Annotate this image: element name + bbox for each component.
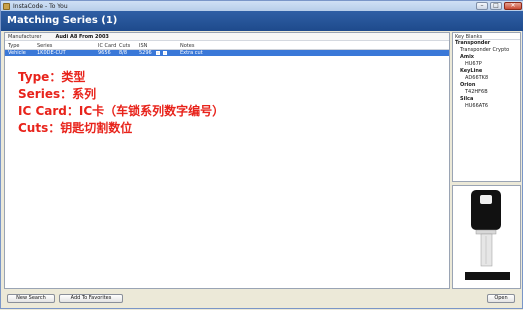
- tree-item[interactable]: HU66AT6: [453, 103, 520, 110]
- tree-item[interactable]: T42HF6B: [453, 89, 520, 96]
- annotation-type: Type：类型: [18, 70, 86, 84]
- app-window: InstaCode - To You – □ ✕ Matching Series…: [0, 0, 523, 309]
- key-blanks-panel: Key Blanks Transponder Transponder Crypto…: [452, 32, 521, 182]
- maximize-button[interactable]: □: [490, 2, 502, 10]
- window-controls: – □ ✕: [476, 2, 522, 10]
- column-header-isn[interactable]: ISN: [139, 43, 147, 49]
- annotation-overlay: Type：类型 Series：系列 IC Card：IC卡（车锁系列数字编号） …: [18, 69, 224, 137]
- table-header: Type Series IC Card Cuts ISN Notes: [5, 43, 449, 50]
- tree-item[interactable]: Amix: [453, 54, 520, 61]
- annotation-cuts: Cuts：钥匙切割数位: [18, 121, 133, 135]
- cell-series: 1K0DE-CUT: [37, 50, 66, 56]
- column-header-type[interactable]: Type: [8, 43, 19, 49]
- cell-type: Vehicle: [8, 50, 26, 56]
- tree-item[interactable]: Transponder: [453, 40, 520, 47]
- tree-item[interactable]: Transponder Crypto: [453, 47, 520, 54]
- column-header-notes[interactable]: Notes: [180, 43, 194, 49]
- tree-item[interactable]: KeyLine: [453, 68, 520, 75]
- app-icon: [3, 2, 10, 10]
- tree-item[interactable]: Silca: [453, 96, 520, 103]
- key-blanks-tree: Transponder Transponder Crypto Amix HU67P Ke…: [453, 40, 520, 110]
- page-title: Matching Series (1): [7, 15, 118, 26]
- transponder-icon: [156, 51, 160, 55]
- cell-cuts: 8/8: [119, 50, 128, 56]
- cell-ic-card: 9656: [98, 50, 111, 56]
- header-band: Matching Series (1): [1, 11, 523, 31]
- key-image: [465, 190, 510, 280]
- cell-isn: 5296: [139, 50, 152, 56]
- key-shoulder: [475, 229, 497, 235]
- filter-label: Manufacturer: [8, 33, 42, 40]
- new-search-button[interactable]: New Search: [7, 294, 55, 303]
- column-header-ic-card[interactable]: IC Card: [98, 43, 116, 49]
- results-panel: Manufacturer Audi A8 From 2003 Type Seri…: [4, 32, 450, 289]
- add-to-favorites-button[interactable]: Add To Favorites: [59, 294, 123, 303]
- minimize-button[interactable]: –: [476, 2, 488, 10]
- filter-row: Manufacturer Audi A8 From 2003: [5, 33, 449, 41]
- key-head-window: [480, 195, 492, 204]
- table-row[interactable]: Vehicle 1K0DE-CUT 9656 8/8 5296 Extra cu…: [5, 50, 449, 56]
- filter-value: Audi A8 From 2003: [55, 33, 109, 40]
- key-blade: [480, 233, 493, 267]
- window-title: InstaCode - To You: [13, 2, 68, 10]
- column-header-series[interactable]: Series: [37, 43, 52, 49]
- annotation-ic-card: IC Card：IC卡（车锁系列数字编号）: [18, 104, 225, 118]
- key-base: [465, 272, 510, 280]
- tree-item[interactable]: AD66TK8: [453, 75, 520, 82]
- key-image-panel: [452, 185, 521, 289]
- column-header-cuts[interactable]: Cuts: [119, 43, 130, 49]
- annotation-series: Series：系列: [18, 87, 97, 101]
- cell-notes: Extra cut: [180, 50, 203, 56]
- tree-item[interactable]: Orion: [453, 82, 520, 89]
- tree-item[interactable]: HU67P: [453, 61, 520, 68]
- footer-bar: New Search Add To Favorites Open: [1, 291, 523, 310]
- title-bar: InstaCode - To You – □ ✕: [1, 1, 523, 11]
- close-button[interactable]: ✕: [504, 2, 522, 10]
- open-button[interactable]: Open: [487, 294, 515, 303]
- image-icon: [163, 51, 167, 55]
